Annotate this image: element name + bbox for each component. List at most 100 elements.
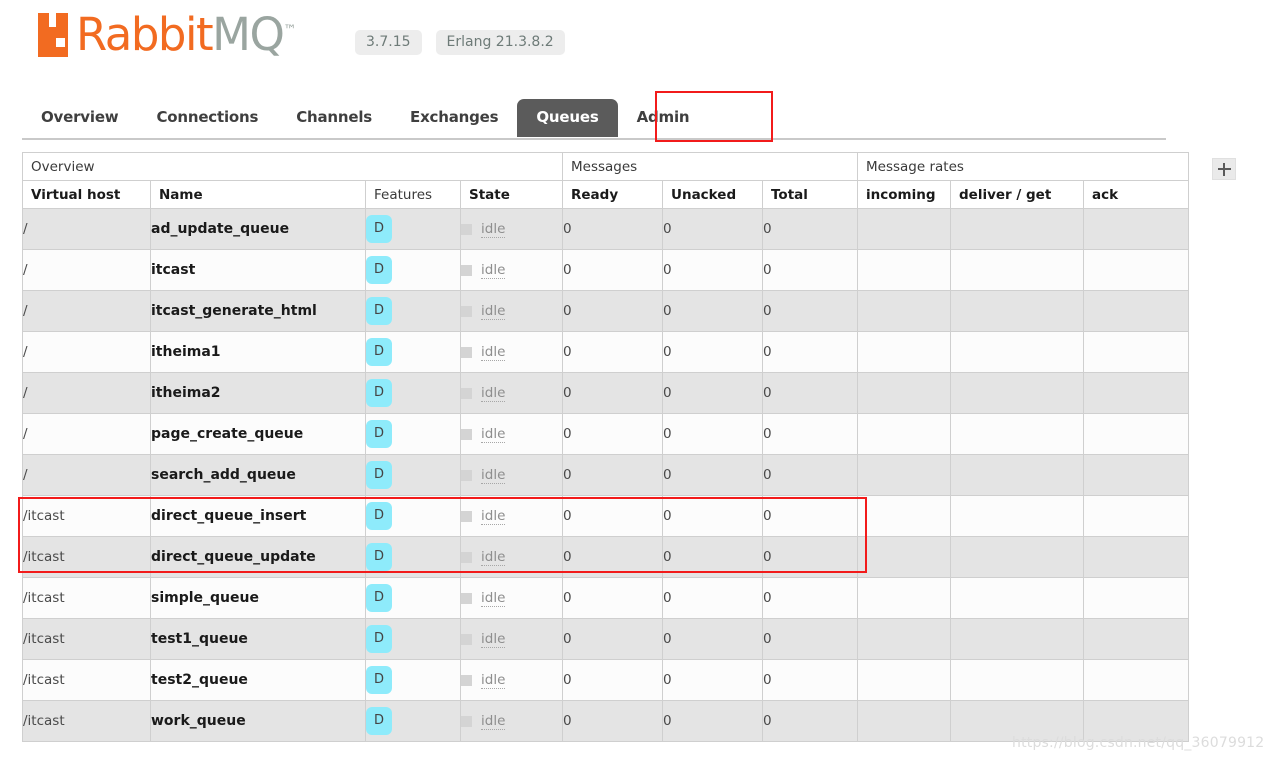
table-row[interactable]: /itcast direct_queue_insert Didle 0 0 0 bbox=[22, 495, 1190, 537]
state-label[interactable]: idle bbox=[481, 303, 506, 320]
state-label[interactable]: idle bbox=[481, 508, 506, 525]
table-row[interactable]: /itcast direct_queue_update Didle 0 0 0 bbox=[22, 536, 1190, 578]
cell-ack bbox=[1082, 454, 1190, 496]
cell-features: D bbox=[365, 618, 461, 660]
logo-text-mq: MQ bbox=[212, 8, 285, 61]
cell-incoming bbox=[857, 536, 951, 578]
cell-ack bbox=[1082, 659, 1190, 701]
table-row[interactable]: /itcast test2_queue Didle 0 0 0 bbox=[22, 659, 1190, 701]
cell-ready: 0 bbox=[562, 495, 663, 537]
column-header-ready[interactable]: Ready bbox=[562, 180, 663, 209]
table-row[interactable]: /itcast simple_queue Didle 0 0 0 bbox=[22, 577, 1190, 619]
cell-ack bbox=[1082, 618, 1190, 660]
cell-total: 0 bbox=[762, 536, 858, 578]
rabbitmq-logo[interactable]: RabbitMQ™ bbox=[38, 8, 296, 57]
column-header-total[interactable]: Total bbox=[762, 180, 858, 209]
table-row[interactable]: / ad_update_queue Didle 0 0 0 bbox=[22, 208, 1190, 250]
cell-ack bbox=[1082, 577, 1190, 619]
cell-virtual-host: /itcast bbox=[22, 495, 151, 537]
state-label[interactable]: idle bbox=[481, 590, 506, 607]
column-header-row: Virtual host Name Features State Ready U… bbox=[22, 180, 1190, 209]
cell-state: idle bbox=[460, 290, 563, 332]
cell-queue-name[interactable]: itcast bbox=[150, 249, 366, 291]
column-header-ack[interactable]: ack bbox=[1082, 180, 1190, 209]
durable-badge[interactable]: D bbox=[366, 297, 393, 325]
tab-queues[interactable]: Queues bbox=[517, 99, 618, 137]
column-header-name[interactable]: Name bbox=[150, 180, 366, 209]
cell-queue-name[interactable]: ad_update_queue bbox=[150, 208, 366, 250]
durable-badge[interactable]: D bbox=[366, 666, 393, 694]
table-row[interactable]: / itcast Didle 0 0 0 bbox=[22, 249, 1190, 291]
state-label[interactable]: idle bbox=[481, 262, 506, 279]
state-label[interactable]: idle bbox=[481, 631, 506, 648]
cell-unacked: 0 bbox=[662, 536, 763, 578]
column-header-unacked[interactable]: Unacked bbox=[662, 180, 763, 209]
cell-queue-name[interactable]: work_queue bbox=[150, 700, 366, 742]
cell-queue-name[interactable]: simple_queue bbox=[150, 577, 366, 619]
cell-queue-name[interactable]: direct_queue_update bbox=[150, 536, 366, 578]
table-row[interactable]: / page_create_queue Didle 0 0 0 bbox=[22, 413, 1190, 455]
tab-connections[interactable]: Connections bbox=[137, 99, 277, 137]
cell-incoming bbox=[857, 618, 951, 660]
tab-exchanges[interactable]: Exchanges bbox=[391, 99, 517, 137]
durable-badge[interactable]: D bbox=[366, 420, 393, 448]
state-label[interactable]: idle bbox=[481, 221, 506, 238]
column-header-features[interactable]: Features bbox=[365, 180, 461, 209]
cell-deliver-get bbox=[950, 413, 1084, 455]
add-column-button[interactable] bbox=[1212, 158, 1236, 180]
cell-queue-name[interactable]: itcast_generate_html bbox=[150, 290, 366, 332]
table-row[interactable]: / itheima2 Didle 0 0 0 bbox=[22, 372, 1190, 414]
table-row[interactable]: / search_add_queue Didle 0 0 0 bbox=[22, 454, 1190, 496]
cell-features: D bbox=[365, 331, 461, 373]
durable-badge[interactable]: D bbox=[366, 461, 393, 489]
state-label[interactable]: idle bbox=[481, 549, 506, 566]
durable-badge[interactable]: D bbox=[366, 338, 393, 366]
state-label[interactable]: idle bbox=[481, 426, 506, 443]
durable-badge[interactable]: D bbox=[366, 215, 393, 243]
cell-incoming bbox=[857, 208, 951, 250]
durable-badge[interactable]: D bbox=[366, 707, 393, 735]
table-row[interactable]: / itcast_generate_html Didle 0 0 0 bbox=[22, 290, 1190, 332]
tab-admin[interactable]: Admin bbox=[618, 99, 709, 137]
state-swatch-icon bbox=[461, 428, 472, 440]
column-header-incoming[interactable]: incoming bbox=[857, 180, 951, 209]
cell-virtual-host: / bbox=[22, 331, 151, 373]
cell-deliver-get bbox=[950, 659, 1084, 701]
cell-incoming bbox=[857, 454, 951, 496]
logo-trademark: ™ bbox=[283, 23, 297, 38]
cell-queue-name[interactable]: page_create_queue bbox=[150, 413, 366, 455]
cell-queue-name[interactable]: search_add_queue bbox=[150, 454, 366, 496]
durable-badge[interactable]: D bbox=[366, 625, 393, 653]
table-row[interactable]: / itheima1 Didle 0 0 0 bbox=[22, 331, 1190, 373]
state-label[interactable]: idle bbox=[481, 344, 506, 361]
column-header-virtual-host[interactable]: Virtual host bbox=[22, 180, 151, 209]
state-label[interactable]: idle bbox=[481, 467, 506, 484]
cell-ready: 0 bbox=[562, 249, 663, 291]
column-header-state[interactable]: State bbox=[460, 180, 563, 209]
tab-channels[interactable]: Channels bbox=[277, 99, 391, 137]
table-row[interactable]: /itcast test1_queue Didle 0 0 0 bbox=[22, 618, 1190, 660]
tab-overview[interactable]: Overview bbox=[22, 99, 137, 137]
cell-incoming bbox=[857, 290, 951, 332]
cell-deliver-get bbox=[950, 208, 1084, 250]
state-label[interactable]: idle bbox=[481, 672, 506, 689]
durable-badge[interactable]: D bbox=[366, 584, 393, 612]
cell-queue-name[interactable]: test2_queue bbox=[150, 659, 366, 701]
durable-badge[interactable]: D bbox=[366, 256, 393, 284]
cell-queue-name[interactable]: direct_queue_insert bbox=[150, 495, 366, 537]
state-label[interactable]: idle bbox=[481, 385, 506, 402]
column-header-deliver-get[interactable]: deliver / get bbox=[950, 180, 1084, 209]
durable-badge[interactable]: D bbox=[366, 543, 393, 571]
cell-deliver-get bbox=[950, 249, 1084, 291]
cell-queue-name[interactable]: itheima1 bbox=[150, 331, 366, 373]
durable-badge[interactable]: D bbox=[366, 379, 393, 407]
cell-queue-name[interactable]: test1_queue bbox=[150, 618, 366, 660]
state-label[interactable]: idle bbox=[481, 713, 506, 730]
group-header-overview: Overview bbox=[22, 152, 563, 181]
durable-badge[interactable]: D bbox=[366, 502, 393, 530]
cell-total: 0 bbox=[762, 618, 858, 660]
cell-queue-name[interactable]: itheima2 bbox=[150, 372, 366, 414]
cell-ack bbox=[1082, 495, 1190, 537]
cell-unacked: 0 bbox=[662, 495, 763, 537]
cell-virtual-host: / bbox=[22, 454, 151, 496]
